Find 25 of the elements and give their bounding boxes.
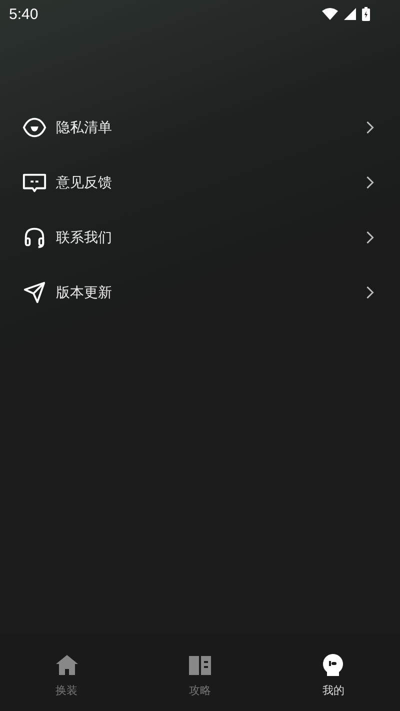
book-icon bbox=[188, 653, 212, 677]
battery-icon bbox=[362, 7, 370, 21]
nav-tab[interactable]: 攻略 bbox=[133, 633, 267, 711]
menu-label: 联系我们 bbox=[56, 228, 113, 246]
chevron-right-icon bbox=[366, 286, 374, 299]
send-icon bbox=[22, 280, 47, 305]
chevron-right-icon bbox=[366, 176, 374, 189]
menu-item[interactable]: 联系我们 bbox=[0, 210, 400, 265]
status-time: 5:40 bbox=[9, 6, 38, 22]
chevron-right-icon bbox=[366, 121, 374, 134]
chevron-right-icon bbox=[366, 231, 374, 244]
ghost-icon bbox=[321, 653, 346, 677]
headset-icon bbox=[22, 225, 47, 250]
face-icon bbox=[22, 115, 47, 140]
nav-tab[interactable]: 换装 bbox=[0, 633, 134, 711]
menu-item[interactable]: 隐私清单 bbox=[0, 100, 400, 155]
menu-label: 隐私清单 bbox=[56, 118, 113, 136]
menu-item[interactable]: 版本更新 bbox=[0, 265, 400, 320]
nav-tab[interactable]: 我的 bbox=[266, 633, 400, 711]
wifi-icon bbox=[322, 8, 338, 20]
home-icon bbox=[54, 653, 79, 677]
menu-label: 版本更新 bbox=[56, 284, 113, 302]
menu-item[interactable]: 意见反馈 bbox=[0, 155, 400, 210]
signal-icon bbox=[344, 8, 356, 20]
menu-label: 意见反馈 bbox=[56, 174, 113, 192]
